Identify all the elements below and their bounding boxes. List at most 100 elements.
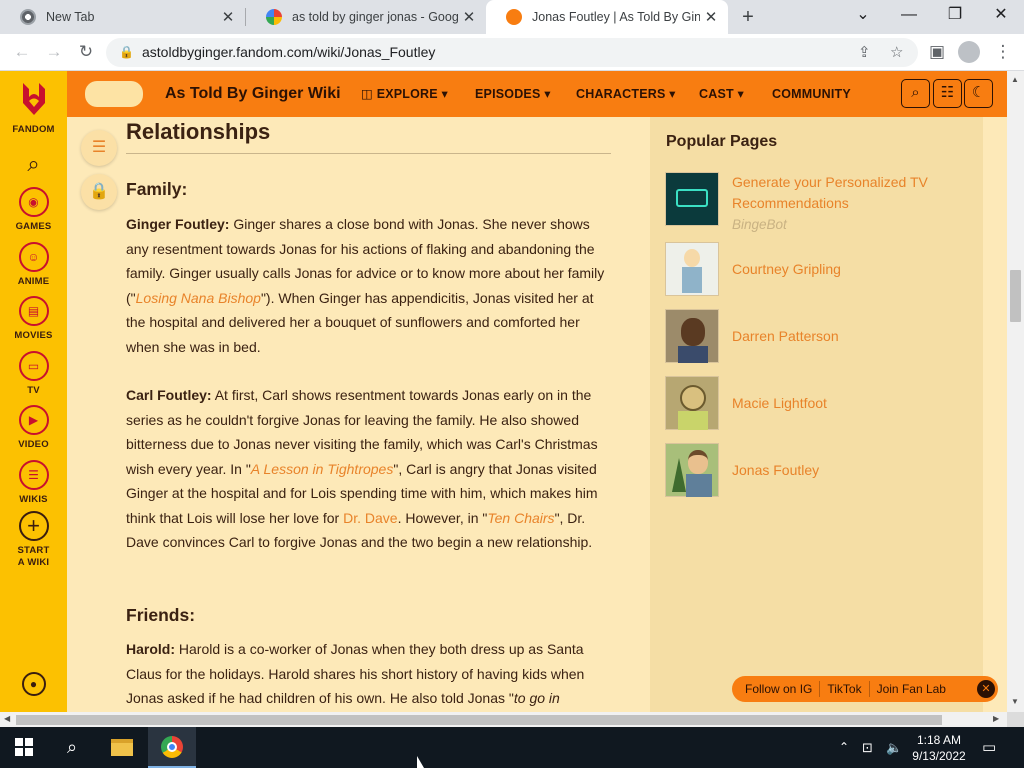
windows-start-icon[interactable] [0,727,48,768]
section-divider [126,153,611,154]
restore-button[interactable]: ❐ [932,0,978,30]
minimize-button[interactable]: — [886,0,932,30]
search-icon: ⌕ [911,84,920,101]
scroll-up-arrow-icon[interactable]: ▲ [1011,75,1019,84]
user-account-button[interactable]: ● [0,672,67,696]
nav-explore[interactable]: ◫ EXPLORE ▾ [361,71,448,117]
rail-games[interactable]: ◉ GAMES [0,187,67,233]
clock-date: 9/13/2022 [912,749,966,763]
macie-lightfoot-thumbnail[interactable] [665,376,719,430]
tab-jonas-foutley[interactable]: Jonas Foutley | As Told By Ginger ✕ [486,0,728,34]
video-icon: ▶ [18,405,49,435]
address-bar[interactable]: 🔒 astoldbyginger.fandom.com/wiki/Jonas_F… [106,38,918,67]
courtney-gripling-thumbnail[interactable] [665,242,719,296]
popular-page-source: BingeBot [732,217,787,232]
file-explorer-icon[interactable] [98,727,146,768]
popular-page-title[interactable]: Jonas Foutley [732,460,962,481]
start-a-wiki-button[interactable]: + START A WIKI [0,511,67,569]
tab-new-tab[interactable]: New Tab ✕ [0,0,245,34]
popular-page-title[interactable]: Darren Patterson [732,326,962,347]
search-icon[interactable]: ⌕ [0,151,67,177]
theme-toggle-button[interactable]: ☾ [964,79,993,108]
back-icon[interactable]: ← [9,39,35,65]
close-icon[interactable]: ✕ [458,8,480,26]
rail-label: START A WIKI [17,545,50,568]
popular-page-title[interactable]: Generate your Personalized TV Recommenda… [732,172,962,214]
nav-cast[interactable]: CAST ▾ [699,71,744,117]
moon-icon: ☾ [971,84,986,101]
tab-google-search[interactable]: as told by ginger jonas - Google ✕ [246,0,486,34]
bookmark-star-icon[interactable]: ☆ [890,38,903,67]
toc-button[interactable]: ☰ [81,130,117,166]
tray-chevron-up-icon[interactable]: ⌃ [839,727,849,768]
rail-video[interactable]: ▶ VIDEO [0,405,67,451]
friends-heading: Friends: [126,605,196,625]
darren-patterson-thumbnail[interactable] [665,309,719,363]
scroll-down-arrow-icon[interactable]: ▼ [1011,697,1019,706]
fandom-logo[interactable]: FANDOM [0,79,67,136]
taskbar-search-icon[interactable]: ⌕ [48,727,96,768]
ginger-paragraph: Ginger Foutley: Ginger shares a close bo… [126,212,614,359]
side-panel-icon[interactable]: ▣ [924,39,950,65]
popular-page-title[interactable]: Courtney Gripling [732,259,962,280]
harold-paragraph: Harold: Harold is a co-worker of Jonas w… [126,637,614,711]
wiki-name[interactable]: As Told By Ginger Wiki [165,71,341,117]
forward-icon[interactable]: → [41,39,67,65]
follow-on-ig-link[interactable]: Follow on IG [745,681,821,697]
section-title: Relationships [126,119,271,144]
nav-label: CAST [699,87,734,101]
system-clock[interactable]: 1:18 AM 9/13/2022 [906,732,972,764]
rail-tv[interactable]: ▭ TV [0,351,67,397]
discussions-icon: ☷ [940,84,955,101]
tiktok-link[interactable]: TikTok [820,681,870,697]
reload-icon[interactable]: ↻ [73,39,99,65]
wiki-search-button[interactable]: ⌕ [901,79,930,108]
link-dr-dave[interactable]: Dr. Dave [343,510,397,526]
wiki-logo[interactable] [85,81,143,107]
horizontal-scrollbar-thumb[interactable] [16,715,942,725]
chrome-taskbar-icon[interactable] [148,727,196,768]
nav-community[interactable]: COMMUNITY [772,71,851,117]
nav-episodes[interactable]: EPISODES ▾ [475,71,551,117]
link-ten-chairs[interactable]: Ten Chairs [487,510,554,526]
link-harold[interactable]: Harold: [126,641,175,657]
volume-icon[interactable]: 🔈 [886,727,902,768]
lock-icon[interactable]: 🔒 [119,38,134,67]
article-content: ☰ 🔒 Relationships Family: Ginger Foutley… [67,117,650,712]
discussions-button[interactable]: ☷ [933,79,962,108]
scroll-right-arrow-icon[interactable]: ▶ [993,714,999,723]
share-icon[interactable]: ⇪ [858,38,871,67]
close-icon[interactable]: ✕ [217,8,239,26]
bingebot-thumbnail[interactable] [665,172,719,226]
link-losing-nana-bishop[interactable]: Losing Nana Bishop [136,290,261,306]
popular-page-text[interactable]: Generate your Personalized TV Recommenda… [732,172,962,235]
join-fan-lab-link[interactable]: Join Fan Lab [870,681,953,697]
profile-avatar[interactable] [958,41,980,63]
popular-page-title[interactable]: Macie Lightfoot [732,393,962,414]
tab-title: New Tab [46,10,95,24]
window-close-button[interactable]: ✕ [978,0,1024,30]
sticky-lock-button[interactable]: 🔒 [81,174,117,210]
nav-characters[interactable]: CHARACTERS ▾ [576,71,676,117]
menu-kebab-icon[interactable]: ⋮ [990,39,1016,65]
url-text[interactable]: astoldbyginger.fandom.com/wiki/Jonas_Fou… [142,38,435,67]
page-gutter [983,117,1007,712]
close-icon[interactable]: ✕ [977,680,995,698]
social-promo-bar: Follow on IG TikTok Join Fan Lab ✕ [732,676,998,702]
windows-logo-icon [15,738,33,756]
rail-wikis[interactable]: ☰ WIKIS [0,460,67,506]
new-tab-button[interactable]: + [736,4,760,30]
close-icon[interactable]: ✕ [700,8,722,26]
vertical-scrollbar[interactable]: ▲ ▼ [1007,71,1024,712]
windows-taskbar: ⌕ ⌃ ⊡ 🔈 1:18 AM 9/13/2022 ▭ [0,727,1024,768]
rail-anime[interactable]: ☺ ANIME [0,242,67,288]
vertical-scrollbar-thumb[interactable] [1010,270,1021,322]
rail-movies[interactable]: ▤ MOVIES [0,296,67,342]
notifications-icon[interactable]: ▭ [982,727,996,768]
network-icon[interactable]: ⊡ [862,727,873,768]
link-a-lesson-in-tightropes[interactable]: A Lesson in Tightropes [251,461,394,477]
scroll-left-arrow-icon[interactable]: ◀ [4,714,10,723]
ginger-name: Ginger Foutley: [126,216,230,232]
jonas-foutley-thumbnail[interactable] [665,443,719,497]
tab-search-icon[interactable]: ⌄ [840,0,886,30]
